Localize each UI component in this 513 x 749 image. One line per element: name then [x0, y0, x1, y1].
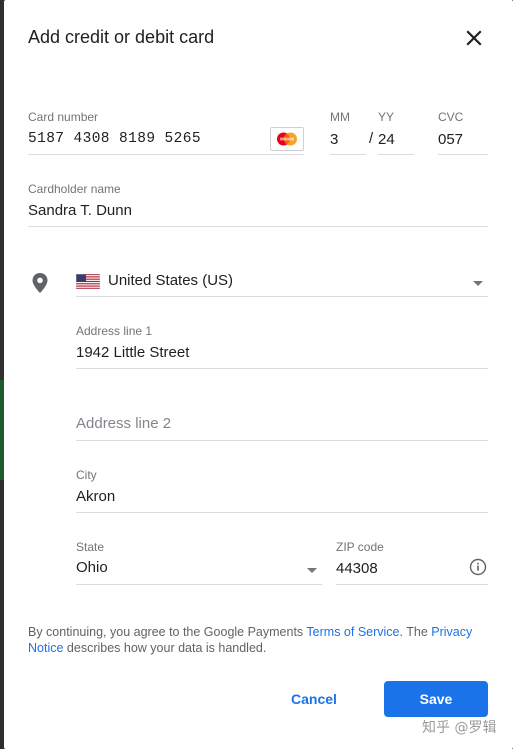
zip-code-value: 44308: [336, 560, 378, 577]
terms-of-service-link[interactable]: Terms of Service: [306, 625, 399, 639]
zip-code-field[interactable]: ZIP code 44308: [336, 540, 488, 586]
city-label: City: [76, 468, 97, 482]
close-icon: [466, 30, 482, 46]
country-underline: [76, 296, 488, 297]
us-flag-icon: [76, 274, 100, 289]
notice-text-after: describes how your data is handled.: [63, 641, 267, 655]
expiry-month-field[interactable]: MM 3: [330, 110, 366, 156]
chevron-down-icon: [307, 568, 317, 573]
country-value: United States (US): [108, 272, 234, 289]
city-underline: [76, 512, 488, 513]
dialog-title: Add credit or debit card: [28, 27, 215, 47]
notice-text-before: By continuing, you agree to the Google P…: [28, 625, 307, 639]
card-number-label: Card number: [28, 110, 99, 124]
card-number-field[interactable]: Card number 5187 4308 8189 5265: [28, 110, 304, 156]
address-line1-label: Address line 1: [76, 324, 153, 338]
address-line2-placeholder: Address line 2: [76, 415, 172, 432]
cardholder-name-field[interactable]: Cardholder name Sandra T. Dunn: [28, 182, 488, 228]
cardholder-name-label: Cardholder name: [28, 182, 121, 196]
expiry-separator: /: [369, 130, 374, 147]
expiry-month-label: MM: [330, 110, 350, 124]
expiry-year-label: YY: [378, 110, 395, 124]
cvc-field[interactable]: CVC 057: [438, 110, 488, 156]
expiry-month-value: 3: [330, 131, 339, 148]
address-line1-field[interactable]: Address line 1 1942 Little Street: [76, 324, 488, 370]
zip-code-underline: [336, 584, 488, 585]
location-pin-icon: [32, 273, 48, 293]
chevron-down-icon: [473, 281, 483, 286]
zip-code-label: ZIP code: [336, 540, 384, 554]
expiry-year-field[interactable]: YY 24: [378, 110, 414, 156]
notice-text-middle: . The: [399, 625, 432, 639]
card-number-underline: [28, 154, 304, 155]
card-number-value: 5187 4308 8189 5265: [28, 131, 201, 147]
city-field[interactable]: City Akron: [76, 468, 488, 514]
address-line1-underline: [76, 368, 488, 369]
mastercard-icon: [270, 127, 304, 151]
address-line2-field[interactable]: Address line 2: [76, 396, 488, 442]
terms-notice: By continuing, you agree to the Google P…: [28, 624, 490, 656]
info-icon[interactable]: [469, 558, 487, 576]
cvc-value: 057: [438, 131, 464, 148]
cancel-button[interactable]: Cancel: [274, 681, 354, 717]
country-select[interactable]: United States (US): [76, 266, 488, 298]
address-line1-value: 1942 Little Street: [76, 344, 190, 361]
state-underline: [76, 584, 322, 585]
expiry-month-underline: [330, 154, 366, 155]
add-card-dialog: Add credit or debit card Card number 518…: [4, 0, 513, 749]
state-label: State: [76, 540, 105, 554]
expiry-year-underline: [378, 154, 414, 155]
cardholder-name-value: Sandra T. Dunn: [28, 202, 132, 219]
watermark-text: 知乎 @罗辑: [422, 720, 497, 736]
cvc-underline: [438, 154, 488, 155]
cvc-label: CVC: [438, 110, 464, 124]
expiry-year-value: 24: [378, 131, 395, 148]
cardholder-name-underline: [28, 226, 488, 227]
save-button[interactable]: Save: [384, 681, 488, 717]
address-line2-underline: [76, 440, 488, 441]
close-button[interactable]: [462, 26, 486, 50]
state-value: Ohio: [76, 559, 108, 576]
city-value: Akron: [76, 488, 116, 505]
state-select[interactable]: State Ohio: [76, 540, 322, 586]
